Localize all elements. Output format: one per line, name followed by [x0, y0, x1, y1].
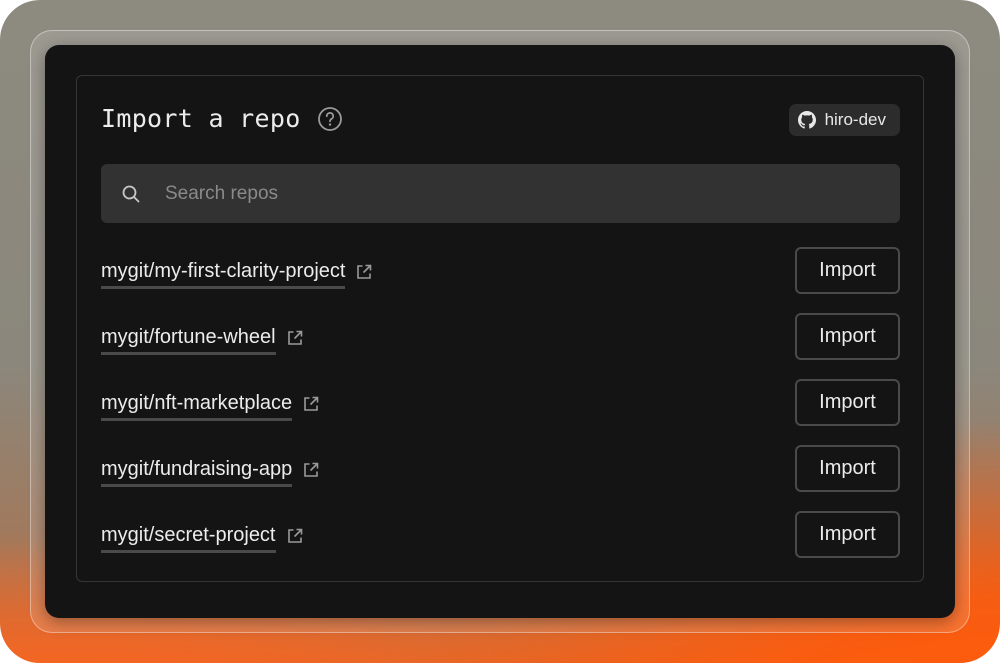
repo-link[interactable]: mygit/my-first-clarity-project: [101, 260, 373, 289]
search-icon: [121, 184, 141, 204]
list-item: mygit/fortune-wheel Import: [101, 313, 900, 379]
list-item: mygit/my-first-clarity-project Import: [101, 247, 900, 313]
repo-name: mygit/nft-marketplace: [101, 392, 293, 421]
repo-name: mygit/fundraising-app: [101, 458, 293, 487]
header: Import a repo: [101, 104, 343, 133]
account-chip[interactable]: hiro-dev: [788, 104, 900, 136]
list-item: mygit/secret-project Import: [101, 511, 900, 577]
external-link-icon: [355, 263, 373, 281]
repo-link[interactable]: mygit/fundraising-app: [101, 458, 320, 487]
repo-link[interactable]: mygit/secret-project: [101, 524, 304, 553]
repo-list: mygit/my-first-clarity-project Import my…: [101, 247, 900, 577]
import-button[interactable]: Import: [795, 247, 900, 294]
external-link-icon: [286, 329, 304, 347]
import-button[interactable]: Import: [795, 511, 900, 558]
external-link-icon: [302, 461, 320, 479]
repo-name: mygit/fortune-wheel: [101, 326, 276, 355]
import-button[interactable]: Import: [795, 379, 900, 426]
search-input[interactable]: [163, 181, 867, 206]
github-icon: [797, 111, 816, 129]
list-item: mygit/nft-marketplace Import: [101, 379, 900, 445]
import-repo-window: Import a repo hiro-dev Search repos mygi…: [45, 45, 955, 618]
page-title: Import a repo: [101, 104, 301, 133]
search-bar: [101, 164, 900, 223]
import-button[interactable]: Import: [795, 445, 900, 492]
external-link-icon: [286, 527, 304, 545]
repo-link[interactable]: mygit/fortune-wheel: [101, 326, 304, 355]
repo-name: mygit/my-first-clarity-project: [101, 260, 346, 289]
external-link-icon: [302, 395, 320, 413]
list-item: mygit/fundraising-app Import: [101, 445, 900, 511]
repo-link[interactable]: mygit/nft-marketplace: [101, 392, 320, 421]
import-repo-panel: Import a repo hiro-dev Search repos mygi…: [76, 75, 924, 582]
account-name: hiro-dev: [824, 110, 886, 129]
question-circle-icon[interactable]: [317, 106, 343, 132]
import-button[interactable]: Import: [795, 313, 900, 360]
repo-name: mygit/secret-project: [101, 524, 276, 553]
